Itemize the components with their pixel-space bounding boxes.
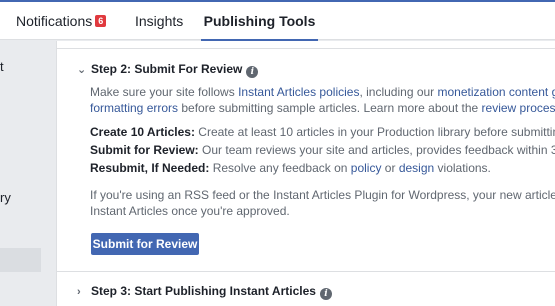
review-process-link[interactable]: review process	[482, 101, 555, 115]
instant-articles-setup-card: ⌄ Step 2: Submit For Review i Make sure yo…	[56, 41, 555, 306]
step-divider	[57, 271, 555, 272]
requirement-label: Resubmit, If Needed:	[90, 161, 210, 175]
design-link[interactable]: design	[399, 161, 434, 175]
tab-publishing-tools[interactable]: Publishing Tools	[201, 2, 318, 41]
requirement-text: or	[381, 161, 399, 175]
requirement-row: Create 10 Articles: Create at least 10 a…	[90, 125, 555, 139]
requirement-text: Our team reviews your site and articles,…	[202, 143, 555, 157]
tab-notifications-label: Notifications	[16, 13, 93, 29]
instant-articles-policies-link[interactable]: Instant Articles policies	[238, 85, 359, 99]
sidebar-item-fragment[interactable]: t	[0, 59, 4, 74]
notifications-count-badge: 6	[95, 15, 107, 27]
step-2-intro: Make sure your site follows Instant Arti…	[90, 84, 555, 116]
sidebar-item-active[interactable]	[0, 248, 41, 272]
intro-text: before submitting sample articles. Learn…	[178, 101, 482, 115]
requirement-text: Resolve any feedback on	[209, 161, 351, 175]
policy-link[interactable]: policy	[351, 161, 382, 175]
requirement-row: Resubmit, If Needed: Resolve any feedbac…	[90, 161, 491, 175]
intro-text: Make sure your site follows	[90, 85, 239, 99]
requirement-text: violations.	[434, 161, 491, 175]
step-3-header[interactable]: › Step 3: Start Publishing Instant Articl…	[77, 284, 332, 300]
step-3-title: Step 3: Start Publishing Instant Article…	[91, 284, 316, 298]
left-sidebar: t ry	[0, 41, 41, 306]
tab-insights[interactable]: Insights	[135, 2, 183, 40]
intro-text: , including our	[359, 85, 438, 99]
card-top-divider	[57, 48, 555, 49]
rss-note: If you're using an RSS feed or the Insta…	[90, 187, 555, 219]
formatting-errors-link[interactable]: formatting errors	[90, 101, 178, 115]
chevron-right-icon: ›	[77, 286, 81, 298]
submit-for-review-button[interactable]: Submit for Review	[91, 233, 199, 255]
requirement-text: Create at least 10 articles in your Prod…	[198, 125, 555, 139]
chevron-down-icon: ⌄	[77, 64, 87, 76]
info-icon[interactable]: i	[319, 288, 332, 300]
rss-note-line: If you're using an RSS feed or the Insta…	[90, 188, 555, 202]
requirement-label: Submit for Review:	[90, 143, 199, 157]
requirement-label: Create 10 Articles:	[90, 125, 195, 139]
requirement-row: Submit for Review: Our team reviews your…	[90, 143, 555, 157]
page-tab-bar: Notifications 6 Insights Publishing Tools	[0, 2, 555, 41]
monetization-guidelines-link[interactable]: monetization content guideline	[438, 85, 555, 99]
rss-note-line: Instant Articles once you're approved.	[90, 204, 290, 218]
tab-notifications[interactable]: Notifications 6	[16, 2, 107, 40]
tab-publishing-tools-label: Publishing Tools	[203, 13, 316, 29]
info-icon[interactable]: i	[246, 66, 259, 78]
step-2-title: Step 2: Submit For Review	[91, 62, 243, 76]
sidebar-item-fragment[interactable]: ry	[0, 190, 11, 205]
step-2-header[interactable]: ⌄ Step 2: Submit For Review i	[77, 62, 259, 78]
